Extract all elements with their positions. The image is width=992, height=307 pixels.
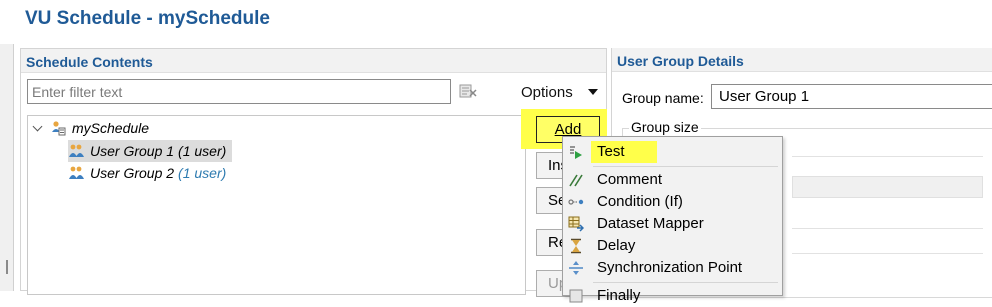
user-group-icon [69,166,84,179]
schedule-contents-section: Schedule Contents Options mySchedule [20,48,607,297]
menu-item-label: Finally [597,287,641,304]
editor-title-bar: VU Schedule - mySchedule [0,0,992,44]
collapse-chevron-icon[interactable] [32,121,43,132]
page-title: VU Schedule - mySchedule [25,8,270,29]
group-name-label: Group name: [622,90,704,106]
options-menu[interactable]: Options [521,84,573,101]
menu-separator [593,282,778,283]
tree-item-user-group-1[interactable]: User Group 1 (1 user) [68,140,233,162]
comment-icon [569,174,583,187]
divider [792,228,983,229]
user-group-details-header: User Group Details [612,48,992,72]
filter-input[interactable] [27,79,451,104]
tree-root-label: mySchedule [72,120,150,136]
divider [792,156,983,157]
menu-item-comment[interactable]: Comment [563,169,782,191]
menu-item-label: Test [597,143,625,160]
menu-item-delay[interactable]: Delay [563,235,782,257]
menu-item-label: Comment [597,171,663,188]
clear-filter-icon[interactable] [459,82,477,100]
menu-item-test[interactable]: Test [563,141,782,163]
tree-item-label: User Group 1 [90,143,175,159]
menu-item-synchronization-point[interactable]: Synchronization Point [563,257,782,279]
menu-item-finally[interactable]: Finally [563,285,782,307]
condition-icon [568,199,584,205]
schedule-contents-title: Schedule Contents [26,54,153,70]
schedule-icon [52,120,66,135]
schedule-contents-header: Schedule Contents [21,49,606,73]
sync-point-icon [569,261,583,275]
tree-item-label: User Group 2 [90,165,175,181]
tree-root[interactable]: mySchedule [50,117,149,139]
user-group-details-title: User Group Details [617,53,744,69]
group-size-field [792,176,983,198]
tree-item-count: (1 user) [178,143,227,159]
menu-item-condition[interactable]: Condition (If) [563,191,782,213]
menu-item-label: Dataset Mapper [597,215,704,232]
tree-item-count: (1 user) [178,165,227,181]
add-menu: Test Comment Condition (If) Dataset Mapp… [562,136,783,304]
user-group-icon [69,144,84,157]
menu-item-label: Delay [597,237,636,254]
delay-icon [571,238,581,254]
tree-item-user-group-2[interactable]: User Group 2 (1 user) [68,162,226,184]
finally-icon [569,289,583,303]
test-icon [570,146,582,159]
chevron-down-icon[interactable] [588,89,598,95]
menu-item-label: Synchronization Point [597,259,743,276]
menu-separator [593,166,778,167]
dataset-mapper-icon [568,216,584,232]
group-size-label: Group size [629,119,701,135]
strip-marker [6,260,8,274]
menu-item-label: Condition (If) [597,193,683,210]
divider [792,253,983,254]
menu-item-dataset-mapper[interactable]: Dataset Mapper [563,213,782,235]
schedule-tree[interactable]: mySchedule User Group 1 (1 user) User Gr… [27,115,526,295]
group-name-field[interactable] [711,84,992,109]
